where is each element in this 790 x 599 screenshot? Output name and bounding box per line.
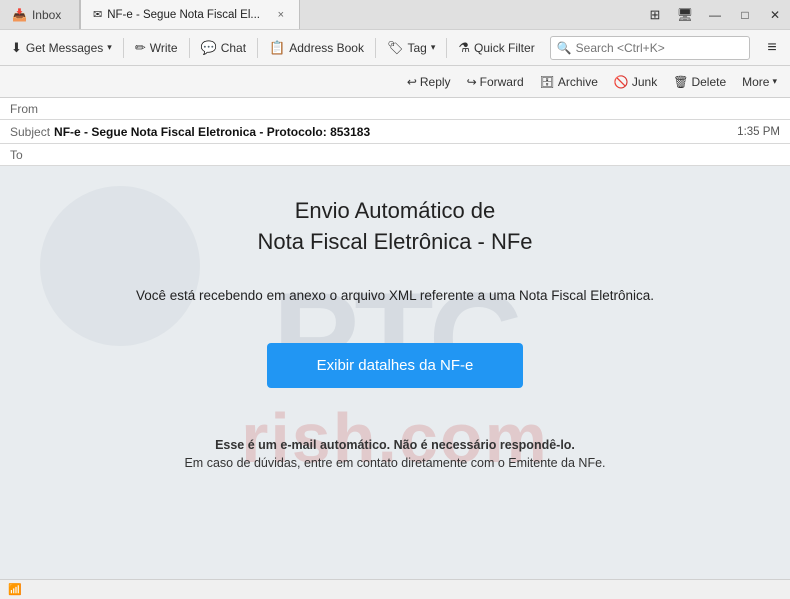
tab-close-button[interactable]: × (275, 7, 287, 23)
email-title: Envio Automático de Nota Fiscal Eletrôni… (257, 196, 532, 258)
junk-button[interactable]: 🚫 Junk (607, 72, 664, 92)
minimize-button[interactable]: — (700, 0, 730, 30)
reply-button[interactable]: ↩ Reply (400, 72, 458, 92)
separator-3 (257, 38, 258, 58)
to-label: To (10, 148, 23, 162)
archive-button[interactable]: 🗄 Archive (533, 72, 605, 92)
archive-icon: 🗄 (540, 75, 555, 89)
junk-label: Junk (632, 75, 657, 89)
email-actions-bar: ↩ Reply ↪ Forward 🗄 Archive 🚫 Junk 🗑 Del… (0, 66, 790, 98)
separator-4 (375, 38, 376, 58)
tag-icon: 🏷 (387, 40, 404, 56)
separator-2 (189, 38, 190, 58)
delete-button[interactable]: 🗑 Delete (666, 72, 733, 92)
email-body: PTC rish.com Envio Automático de Nota Fi… (0, 166, 790, 579)
email-content: Envio Automático de Nota Fiscal Eletrôni… (95, 196, 695, 470)
delete-label: Delete (691, 75, 726, 89)
maximize-button[interactable]: □ (730, 0, 760, 30)
from-label: From (10, 102, 38, 116)
forward-button[interactable]: ↪ Forward (460, 72, 531, 92)
subject-value: NF-e - Segue Nota Fiscal Eletronica - Pr… (54, 125, 737, 139)
inbox-icon: 📥 (12, 8, 27, 22)
search-box[interactable]: 🔍 (550, 36, 750, 60)
forward-label: Forward (480, 75, 524, 89)
cta-button[interactable]: Exibir datalhes da NF-e (267, 343, 524, 388)
tag-arrow: ▾ (431, 42, 436, 53)
write-button[interactable]: ✏ Write (128, 36, 185, 60)
search-input[interactable] (576, 41, 743, 55)
email-tab-icon: ✉ (93, 8, 102, 21)
address-book-label: Address Book (289, 41, 364, 55)
write-label: Write (150, 41, 178, 55)
filter-icon: ⚗ (458, 40, 470, 56)
statusbar: 📶 (0, 579, 790, 599)
email-time: 1:35 PM (737, 126, 780, 138)
more-label: More (742, 75, 769, 89)
reply-label: Reply (420, 75, 451, 89)
chat-button[interactable]: 💬 Chat (194, 36, 254, 60)
email-footer: Esse é um e-mail automático. Não é neces… (184, 438, 605, 470)
get-messages-icon: ⬇ (11, 40, 22, 56)
get-messages-label: Get Messages (26, 41, 103, 55)
quick-filter-label: Quick Filter (474, 41, 535, 55)
tab-inbox[interactable]: 📥 Inbox (0, 0, 80, 29)
subject-bar: Subject NF-e - Segue Nota Fiscal Eletron… (0, 120, 790, 144)
write-icon: ✏ (135, 40, 146, 56)
junk-icon: 🚫 (614, 75, 629, 89)
more-button[interactable]: More ▾ (735, 72, 784, 92)
separator-1 (123, 38, 124, 58)
titlebar: 📥 Inbox ✉ NF-e - Segue Nota Fiscal El...… (0, 0, 790, 30)
close-button[interactable]: ✕ (760, 0, 790, 30)
chat-label: Chat (221, 41, 246, 55)
search-icon: 🔍 (557, 41, 572, 55)
email-title-line2: Nota Fiscal Eletrônica - NFe (257, 229, 532, 254)
to-bar: To (0, 144, 790, 166)
toolbar: ⬇ Get Messages ▾ ✏ Write 💬 Chat 📋 Addres… (0, 30, 790, 66)
tag-button[interactable]: 🏷 Tag ▾ (380, 36, 442, 60)
extra-btn-1[interactable]: ⊞ (640, 0, 670, 30)
status-icon: 📶 (8, 583, 22, 596)
window-controls: ⊞ 🖥 — □ ✕ (640, 0, 790, 29)
email-title-line1: Envio Automático de (295, 198, 496, 223)
address-book-button[interactable]: 📋 Address Book (262, 36, 371, 60)
separator-5 (446, 38, 447, 58)
tab-inbox-label: Inbox (32, 8, 61, 22)
footer-line2: Em caso de dúvidas, entre em contato dir… (184, 456, 605, 470)
get-messages-button[interactable]: ⬇ Get Messages ▾ (4, 36, 119, 60)
email-subtitle: Você está recebendo em anexo o arquivo X… (136, 288, 654, 303)
tab-email-active[interactable]: ✉ NF-e - Segue Nota Fiscal El... × (80, 0, 300, 29)
subject-label: Subject (10, 125, 50, 139)
titlebar-spacer (300, 0, 640, 29)
menu-button[interactable]: ≡ (758, 34, 786, 62)
archive-label: Archive (558, 75, 598, 89)
email-body-container[interactable]: PTC rish.com Envio Automático de Nota Fi… (0, 166, 790, 579)
tab-email-label: NF-e - Segue Nota Fiscal El... (107, 9, 269, 21)
delete-icon: 🗑 (673, 75, 688, 89)
chat-icon: 💬 (201, 40, 217, 56)
address-book-icon: 📋 (269, 40, 285, 56)
from-bar: From (0, 98, 790, 120)
get-messages-arrow: ▾ (107, 42, 112, 53)
forward-icon: ↪ (467, 75, 477, 89)
tag-label: Tag (407, 41, 426, 55)
footer-line1: Esse é um e-mail automático. Não é neces… (184, 438, 605, 452)
quick-filter-button[interactable]: ⚗ Quick Filter (451, 36, 541, 60)
extra-btn-2[interactable]: 🖥 (670, 0, 700, 30)
more-arrow-icon: ▾ (772, 76, 777, 87)
reply-icon: ↩ (407, 75, 417, 89)
